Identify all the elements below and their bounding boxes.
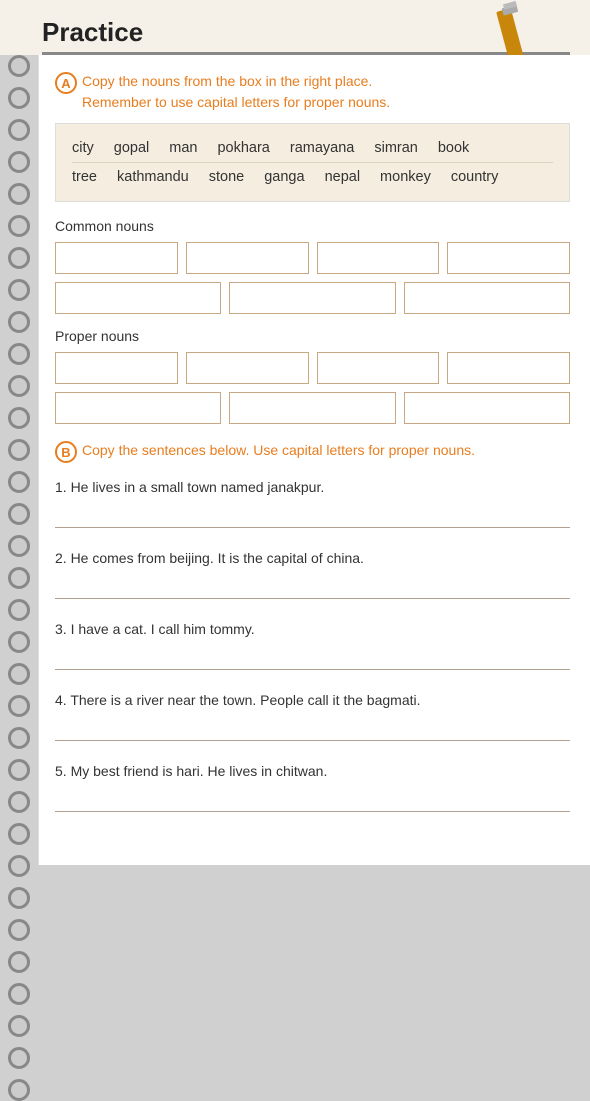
spiral-binding — [0, 55, 38, 865]
word-stone: stone — [209, 169, 244, 185]
spiral-ring — [8, 631, 30, 653]
word-city: city — [72, 140, 94, 156]
common-noun-box-3[interactable] — [317, 242, 440, 274]
spiral-ring — [8, 407, 30, 429]
common-noun-box-4[interactable] — [447, 242, 570, 274]
sentence-1-text: 1. He lives in a small town named janakp… — [55, 477, 570, 498]
word-row-2: tree kathmandu stone ganga nepal monkey … — [72, 163, 553, 191]
common-noun-box-1[interactable] — [55, 242, 178, 274]
proper-noun-box-3[interactable] — [317, 352, 440, 384]
proper-nouns-row2 — [55, 392, 570, 424]
word-tree: tree — [72, 169, 97, 185]
spiral-ring — [8, 1047, 30, 1069]
common-nouns-label: Common nouns — [55, 218, 570, 234]
word-row-1: city gopal man pokhara ramayana simran b… — [72, 134, 553, 163]
common-nouns-row2 — [55, 282, 570, 314]
sentence-4: 4. There is a river near the town. Peopl… — [55, 690, 570, 741]
sentence-5-text: 5. My best friend is hari. He lives in c… — [55, 761, 570, 782]
spiral-ring — [8, 503, 30, 525]
word-man: man — [169, 140, 197, 156]
sentence-3-text: 3. I have a cat. I call him tommy. — [55, 619, 570, 640]
proper-noun-box-7[interactable] — [404, 392, 570, 424]
proper-noun-box-2[interactable] — [186, 352, 309, 384]
spiral-ring — [8, 119, 30, 141]
common-noun-box-6[interactable] — [229, 282, 395, 314]
sentence-4-text: 4. There is a river near the town. Peopl… — [55, 690, 570, 711]
spiral-ring — [8, 951, 30, 973]
section-b-header: B Copy the sentences below. Use capital … — [55, 440, 570, 463]
proper-nouns-section: Proper nouns — [55, 328, 570, 424]
word-simran: simran — [374, 140, 418, 156]
section-b-circle: B — [55, 441, 77, 463]
word-book: book — [438, 140, 469, 156]
spiral-ring — [8, 1015, 30, 1037]
sentence-2: 2. He comes from beijing. It is the capi… — [55, 548, 570, 599]
word-box: city gopal man pokhara ramayana simran b… — [55, 123, 570, 202]
spiral-ring — [8, 471, 30, 493]
spiral-ring — [8, 183, 30, 205]
main-content: A Copy the nouns from the box in the rig… — [38, 55, 590, 865]
word-country: country — [451, 169, 499, 185]
proper-nouns-label: Proper nouns — [55, 328, 570, 344]
common-noun-box-2[interactable] — [186, 242, 309, 274]
spiral-ring — [8, 247, 30, 269]
common-nouns-section: Common nouns — [55, 218, 570, 314]
proper-noun-box-1[interactable] — [55, 352, 178, 384]
spiral-ring — [8, 759, 30, 781]
sentence-2-line[interactable] — [55, 577, 570, 599]
spiral-ring — [8, 311, 30, 333]
common-noun-box-5[interactable] — [55, 282, 221, 314]
section-b-instructions: Copy the sentences below. Use capital le… — [82, 440, 475, 461]
spiral-ring — [8, 791, 30, 813]
spiral-ring — [8, 151, 30, 173]
section-a-circle: A — [55, 72, 77, 94]
common-noun-box-7[interactable] — [404, 282, 570, 314]
spiral-ring — [8, 599, 30, 621]
sentence-1: 1. He lives in a small town named janakp… — [55, 477, 570, 528]
proper-noun-box-4[interactable] — [447, 352, 570, 384]
word-gopal: gopal — [114, 140, 149, 156]
spiral-ring — [8, 823, 30, 845]
proper-noun-box-5[interactable] — [55, 392, 221, 424]
word-ganga: ganga — [264, 169, 304, 185]
spiral-ring — [8, 535, 30, 557]
spiral-ring — [8, 695, 30, 717]
spiral-ring — [8, 663, 30, 685]
spiral-ring — [8, 983, 30, 1005]
proper-nouns-row1 — [55, 352, 570, 384]
sentence-2-text: 2. He comes from beijing. It is the capi… — [55, 548, 570, 569]
word-ramayana: ramayana — [290, 140, 354, 156]
proper-noun-box-6[interactable] — [229, 392, 395, 424]
word-nepal: nepal — [325, 169, 360, 185]
spiral-ring — [8, 439, 30, 461]
sentence-1-line[interactable] — [55, 506, 570, 528]
spiral-ring — [8, 887, 30, 909]
spiral-ring — [8, 855, 30, 877]
spiral-ring — [8, 279, 30, 301]
common-nouns-row1 — [55, 242, 570, 274]
spiral-ring — [8, 727, 30, 749]
sentence-5-line[interactable] — [55, 790, 570, 812]
spiral-ring — [8, 87, 30, 109]
word-kathmandu: kathmandu — [117, 169, 189, 185]
sentence-3: 3. I have a cat. I call him tommy. — [55, 619, 570, 670]
spiral-ring — [8, 343, 30, 365]
spiral-ring — [8, 1079, 30, 1101]
spiral-ring — [8, 375, 30, 397]
section-a-instructions: Copy the nouns from the box in the right… — [82, 71, 390, 113]
word-pokhara: pokhara — [217, 140, 269, 156]
header: Practice — [0, 0, 590, 55]
spiral-ring — [8, 567, 30, 589]
sentence-3-line[interactable] — [55, 648, 570, 670]
spiral-ring — [8, 215, 30, 237]
section-a-header: A Copy the nouns from the box in the rig… — [55, 71, 570, 113]
sentence-5: 5. My best friend is hari. He lives in c… — [55, 761, 570, 812]
word-monkey: monkey — [380, 169, 431, 185]
spiral-ring — [8, 919, 30, 941]
spiral-ring — [8, 55, 30, 77]
sentence-4-line[interactable] — [55, 719, 570, 741]
